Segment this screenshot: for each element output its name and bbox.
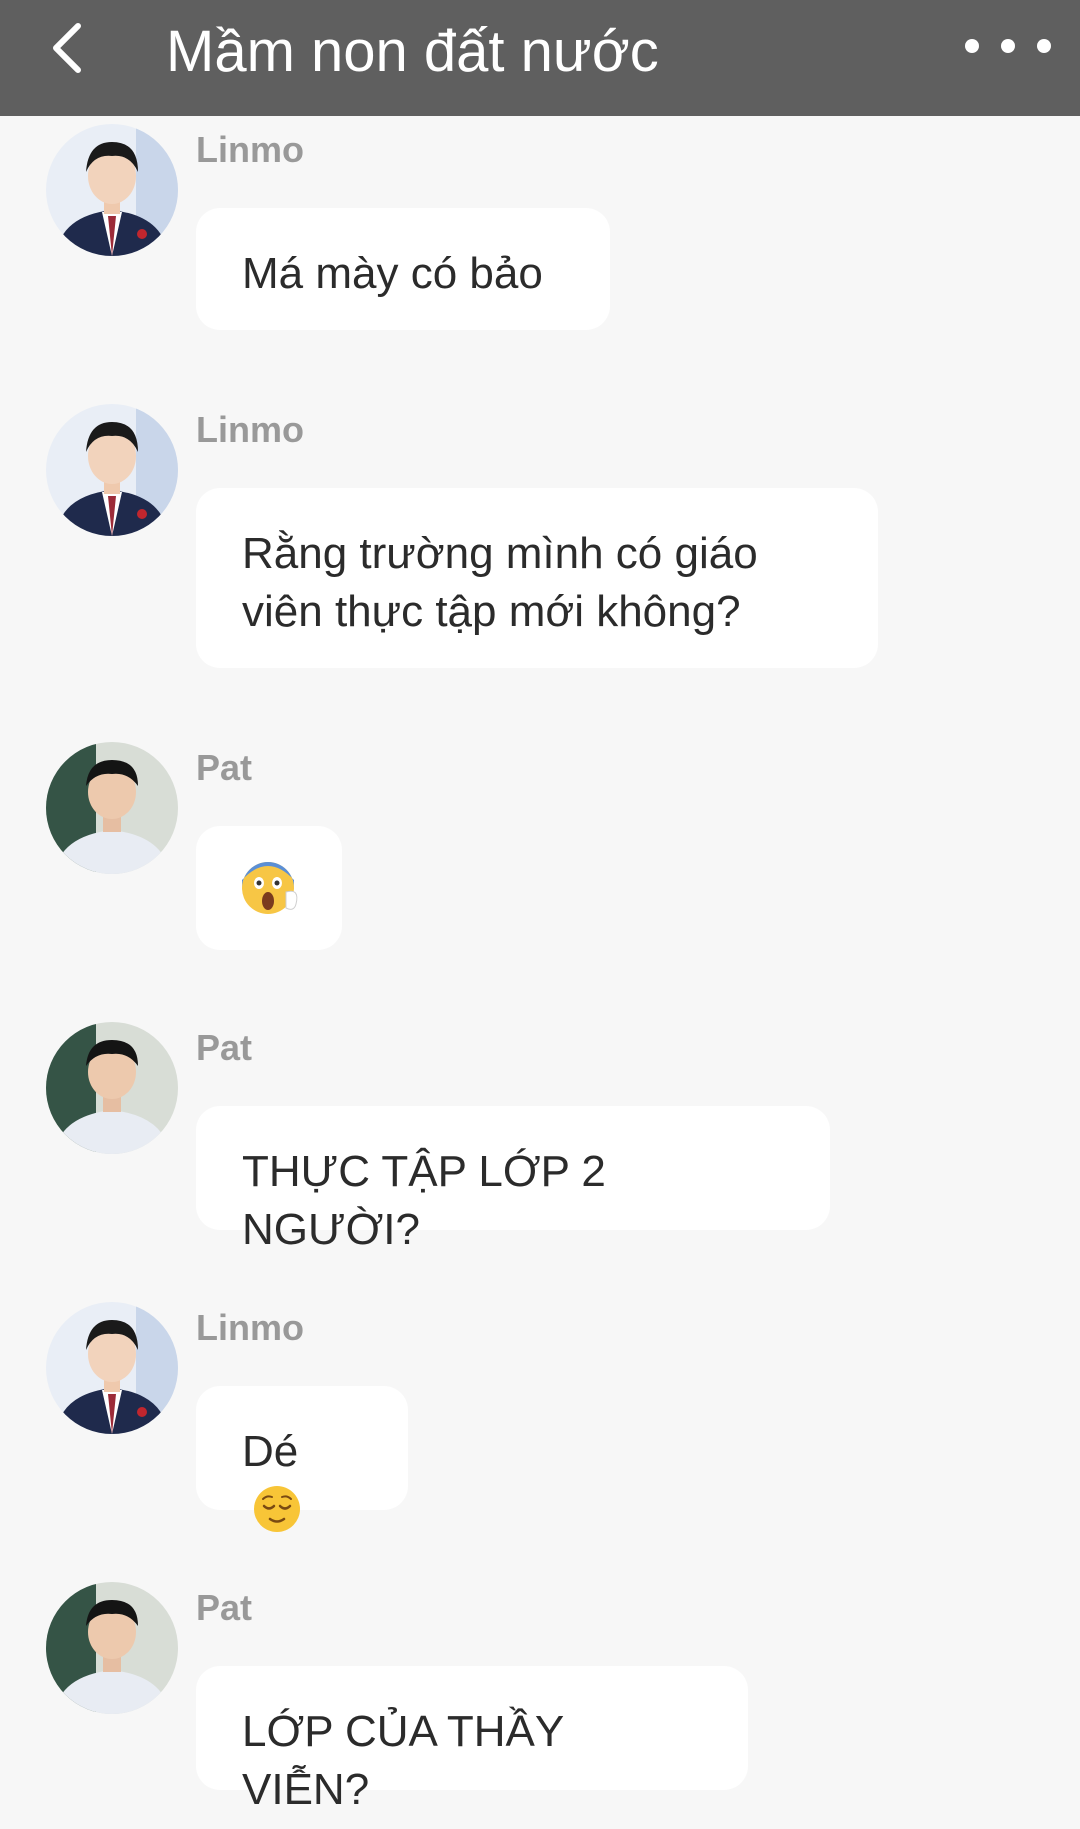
avatar-linmo[interactable] [46,1302,178,1434]
avatar-linmo[interactable] [46,124,178,256]
chat-title: Mầm non đất nước [166,19,659,84]
sender-name: Pat [196,1027,253,1068]
sender-name: Linmo [196,409,304,450]
message-bubble[interactable]: Má mày có bảo [196,208,610,330]
avatar-pat[interactable] [46,742,178,874]
message-bubble[interactable]: Rằng trường mình có giáo viên thực tập m… [196,488,878,668]
relieved-face-emoji [254,1486,300,1533]
message-text: Rằng trường mình có giáo viên thực tập m… [242,529,758,636]
message-bubble[interactable]: THỰC TẬP LỚP 2 NGƯỜI? [196,1106,830,1254]
message-bubble[interactable] [196,826,342,950]
sender-name: Pat [196,747,253,788]
sender-name: Linmo [196,129,304,170]
chevron-left-icon[interactable] [40,18,100,78]
sender-name: Linmo [196,1307,304,1348]
avatar-linmo[interactable] [46,404,178,536]
message-text: Dé [242,1427,299,1476]
message-text: Má mày có bảo [242,249,543,298]
avatar-pat[interactable] [46,1022,178,1154]
sender-name: Pat [196,1587,253,1628]
screaming-face-emoji [242,862,298,914]
avatar-pat[interactable] [46,1582,178,1714]
message-bubble[interactable]: Dé [196,1386,408,1533]
message-bubble[interactable]: LỚP CỦA THẦY VIỄN? [196,1666,748,1814]
chat-header: Mầm non đất nước [0,0,1080,116]
more-dots-icon[interactable] [958,24,1058,64]
message-text: THỰC TẬP LỚP 2 NGƯỜI? [242,1147,606,1254]
message-text: LỚP CỦA THẦY VIỄN? [242,1707,564,1814]
